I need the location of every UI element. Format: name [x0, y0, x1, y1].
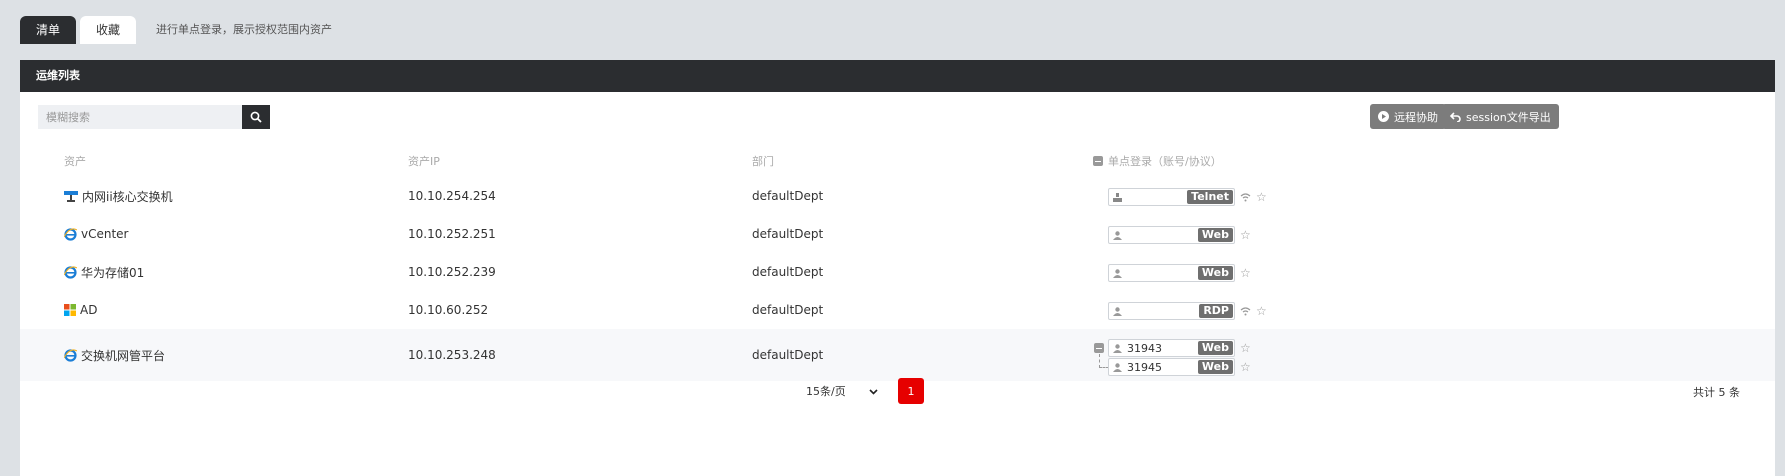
sso-account[interactable]: Web ☆ — [1108, 264, 1251, 282]
sso-account[interactable]: Telnet ☆ — [1108, 188, 1267, 206]
collapse-all-icon[interactable] — [1093, 156, 1103, 166]
total-count: 共计 5 条 — [1693, 386, 1740, 399]
protocol-badge: Web — [1197, 341, 1233, 355]
pagination: 15条/页 1 — [800, 378, 924, 404]
asset-name[interactable]: AD — [80, 303, 97, 317]
user-icon — [1113, 306, 1122, 316]
search-input[interactable] — [38, 105, 242, 129]
page-button-current[interactable]: 1 — [898, 378, 924, 404]
sso-account[interactable]: 31945 Web ☆ — [1108, 358, 1251, 376]
asset-table: 资产 资产IP 部门 单点登录（账号/协议） 内网ii核心交换机 10.10.2… — [20, 145, 1775, 381]
remote-assist-label: 远程协助 — [1394, 110, 1438, 124]
wifi-icon[interactable] — [1240, 192, 1251, 202]
account-box[interactable]: 31945 Web — [1108, 358, 1235, 376]
sso-account[interactable]: Web ☆ — [1108, 226, 1251, 244]
star-icon[interactable]: ☆ — [1256, 304, 1267, 318]
star-icon[interactable]: ☆ — [1240, 228, 1251, 242]
col-asset: 资产 — [64, 155, 86, 168]
sso-account[interactable]: RDP ☆ — [1108, 302, 1267, 320]
network-switch-icon — [64, 191, 78, 202]
asset-cell: AD — [64, 291, 97, 329]
windows-icon — [64, 304, 76, 316]
page-size-select[interactable]: 15条/页 — [800, 378, 884, 404]
asset-dept: defaultDept — [752, 348, 824, 362]
account-box[interactable]: Web — [1108, 264, 1235, 282]
asset-ip: 10.10.253.248 — [408, 348, 496, 362]
protocol-badge: Web — [1197, 360, 1233, 374]
asset-dept: defaultDept — [752, 303, 824, 317]
session-export-button[interactable]: session文件导出 — [1442, 104, 1559, 129]
asset-cell: 交换机网管平台 — [64, 329, 165, 381]
asset-cell: 华为存储01 — [64, 253, 144, 291]
protocol-badge: RDP — [1199, 304, 1233, 318]
collapse-tree-icon[interactable] — [1094, 343, 1104, 353]
tab-bar: 清单 收藏 进行单点登录，展示授权范围内资产 — [20, 14, 332, 44]
star-icon[interactable]: ☆ — [1240, 341, 1251, 355]
chevron-down-icon — [869, 385, 878, 398]
asset-name[interactable]: vCenter — [81, 227, 129, 241]
user-icon — [1113, 230, 1122, 240]
wifi-icon[interactable] — [1240, 306, 1251, 316]
ie-browser-icon — [64, 265, 77, 279]
star-icon[interactable]: ☆ — [1240, 360, 1251, 374]
col-dept: 部门 — [752, 155, 774, 168]
col-sso: 单点登录（账号/协议） — [1093, 145, 1222, 177]
table-row: AD 10.10.60.252 defaultDept RDP ☆ — [20, 291, 1775, 329]
search-icon — [250, 111, 262, 123]
table-row: 华为存储01 10.10.252.239 defaultDept Web ☆ — [20, 253, 1775, 291]
panel-title: 运维列表 — [20, 60, 1775, 92]
account-box[interactable]: 31943 Web — [1108, 339, 1235, 357]
tab-hint-text: 进行单点登录，展示授权范围内资产 — [156, 23, 333, 36]
asset-ip: 10.10.254.254 — [408, 189, 496, 203]
table-header: 资产 资产IP 部门 单点登录（账号/协议） — [20, 145, 1775, 177]
user-icon — [1113, 343, 1122, 353]
user-icon — [1113, 362, 1122, 372]
undo-arrow-icon — [1450, 111, 1461, 122]
play-circle-icon — [1378, 111, 1389, 122]
asset-ip: 10.10.60.252 — [408, 303, 489, 317]
table-row: 交换机网管平台 10.10.253.248 defaultDept 31943 … — [20, 329, 1775, 381]
remote-assist-button[interactable]: 远程协助 — [1370, 104, 1446, 129]
asset-ip: 10.10.252.239 — [408, 265, 496, 279]
account-box[interactable]: RDP — [1108, 302, 1235, 320]
sso-account[interactable]: 31943 Web ☆ — [1108, 339, 1251, 357]
asset-cell: vCenter — [64, 215, 129, 253]
table-row: vCenter 10.10.252.251 defaultDept Web ☆ — [20, 215, 1775, 253]
ie-browser-icon — [64, 348, 77, 362]
account-box[interactable]: Telnet — [1108, 188, 1235, 206]
protocol-badge: Telnet — [1187, 190, 1233, 204]
asset-name[interactable]: 内网ii核心交换机 — [82, 188, 173, 205]
account-user: 31945 — [1127, 360, 1162, 374]
session-export-label: session文件导出 — [1466, 110, 1551, 124]
asset-name[interactable]: 华为存储01 — [81, 264, 144, 281]
ie-browser-icon — [64, 227, 77, 241]
search-button[interactable] — [242, 105, 270, 129]
protocol-badge: Web — [1197, 266, 1233, 280]
asset-cell: 内网ii核心交换机 — [64, 177, 173, 215]
tab-favorites[interactable]: 收藏 — [80, 16, 137, 44]
asset-ip: 10.10.252.251 — [408, 227, 496, 241]
network-user-icon — [1113, 192, 1122, 202]
col-ip: 资产IP — [408, 155, 440, 168]
ops-list-panel: 运维列表 远程协助 session文件导出 资产 资产IP 部门 单点登录（账号… — [20, 60, 1775, 476]
protocol-badge: Web — [1197, 228, 1233, 242]
search-bar — [38, 105, 270, 129]
asset-dept: defaultDept — [752, 227, 824, 241]
asset-dept: defaultDept — [752, 265, 824, 279]
user-icon — [1113, 268, 1122, 278]
table-row: 内网ii核心交换机 10.10.254.254 defaultDept Teln… — [20, 177, 1775, 215]
tab-list[interactable]: 清单 — [20, 16, 77, 44]
asset-dept: defaultDept — [752, 189, 824, 203]
asset-name[interactable]: 交换机网管平台 — [81, 347, 165, 364]
star-icon[interactable]: ☆ — [1240, 266, 1251, 280]
account-box[interactable]: Web — [1108, 226, 1235, 244]
star-icon[interactable]: ☆ — [1256, 190, 1267, 204]
account-user: 31943 — [1127, 341, 1162, 355]
